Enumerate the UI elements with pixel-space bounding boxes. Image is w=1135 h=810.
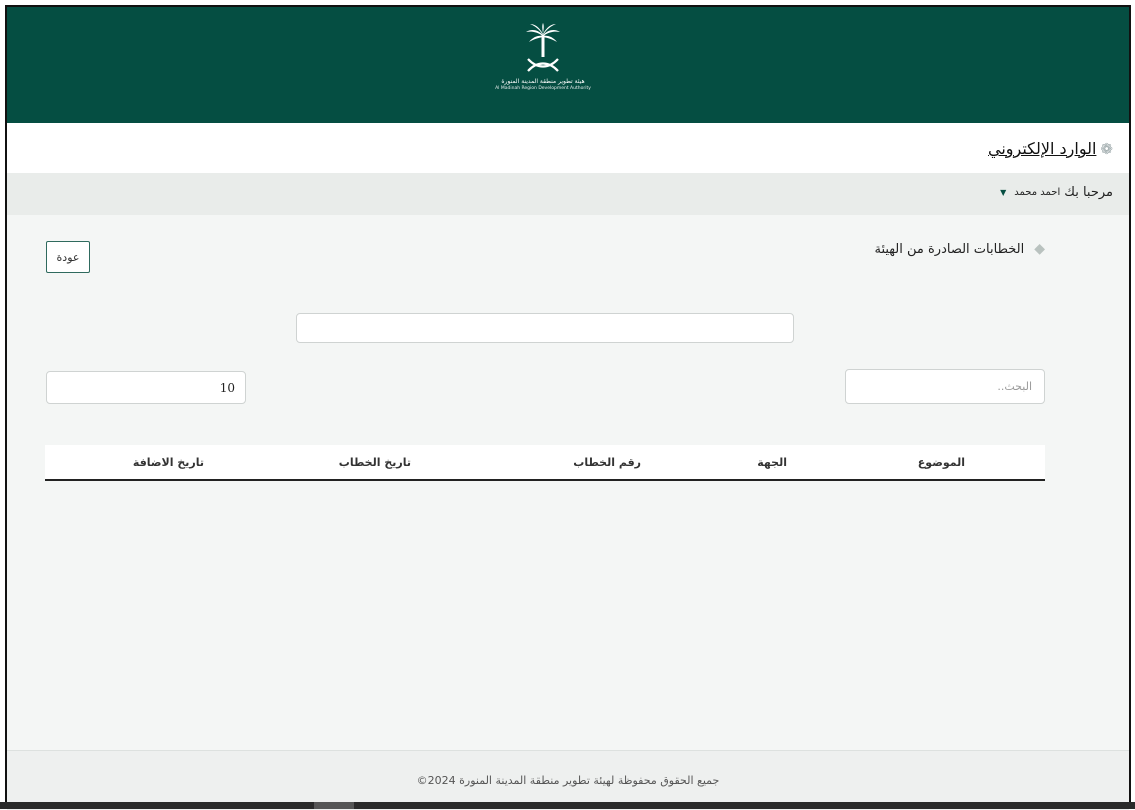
search-input[interactable] (845, 369, 1045, 404)
flower-icon: ❁ (1100, 139, 1113, 158)
column-header-added-date[interactable]: تاريخ الاضافة (133, 456, 204, 469)
section-title: ◆ الخطابات الصادرة من الهيئة (874, 241, 1045, 257)
back-button[interactable]: عودة (46, 241, 90, 273)
page-size-input[interactable] (46, 371, 246, 404)
caret-down-icon: ▼ (1000, 188, 1007, 197)
palm-swords-emblem-icon (526, 23, 560, 72)
app-window: هيئة تطوير منطقة المدينة المنورة Al Madi… (5, 5, 1131, 810)
welcome-greeting: مرحبا بك (1064, 185, 1113, 200)
scrollbar-thumb[interactable] (314, 802, 354, 809)
filter-input[interactable] (296, 313, 794, 343)
title-bar: ❁ الوارد الإلكتروني (7, 123, 1129, 173)
copyright-text: جميع الحقوق محفوظة لهيئة تطوير منطقة الم… (416, 774, 720, 787)
header-bar: هيئة تطوير منطقة المدينة المنورة Al Madi… (7, 7, 1129, 123)
section-title-text: الخطابات الصادرة من الهيئة (874, 241, 1025, 257)
welcome-bar: مرحبا بك احمد محمد ▼ (7, 173, 1129, 215)
page-title-link[interactable]: الوارد الإلكتروني (988, 139, 1096, 158)
diamond-icon: ◆ (1034, 241, 1045, 257)
logo-org-arabic: هيئة تطوير منطقة المدينة المنورة (501, 78, 585, 85)
table-header: الموضوع الجهة رقم الخطاب تاريخ الخطاب تا… (45, 445, 1045, 481)
horizontal-scrollbar[interactable] (0, 802, 1135, 809)
column-header-entity[interactable]: الجهة (757, 456, 787, 469)
logo-org-english: Al Madinah Region Development Authority (495, 86, 591, 91)
user-name: احمد محمد (1014, 187, 1061, 198)
footer: جميع الحقوق محفوظة لهيئة تطوير منطقة الم… (7, 750, 1129, 810)
column-header-letter-number[interactable]: رقم الخطاب (573, 456, 641, 469)
org-logo: هيئة تطوير منطقة المدينة المنورة Al Madi… (473, 23, 613, 113)
page-title: ❁ الوارد الإلكتروني (988, 139, 1113, 158)
column-header-subject[interactable]: الموضوع (918, 456, 965, 469)
column-header-letter-date[interactable]: تاريخ الخطاب (339, 456, 411, 469)
user-menu[interactable]: مرحبا بك احمد محمد ▼ (1000, 185, 1113, 200)
